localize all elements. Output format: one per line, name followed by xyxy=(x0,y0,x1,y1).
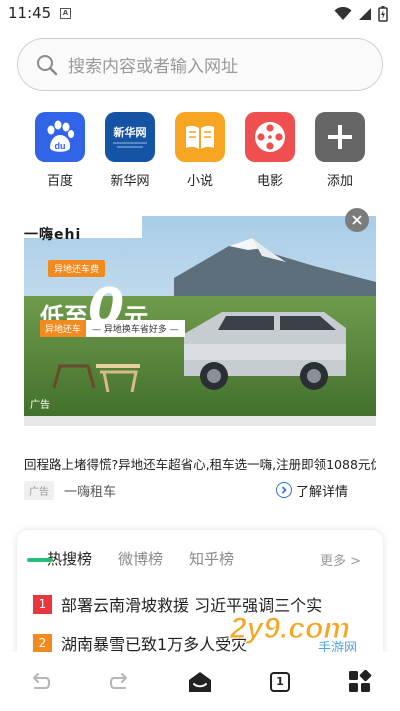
shortcut-label: 新华网 xyxy=(110,174,150,189)
shortcut-grid: du 百度 新华网 新华网 小说 电影 添加 xyxy=(27,112,373,189)
ad-brand-logo: 一嗨ehi xyxy=(24,227,82,243)
home-icon xyxy=(189,671,211,692)
sim-icon: A xyxy=(60,8,71,19)
back-arrow-icon xyxy=(33,672,50,689)
wifi-icon xyxy=(334,7,352,20)
tab-count-badge: 1 xyxy=(270,671,290,692)
shortcut-movie[interactable]: 电影 xyxy=(237,112,303,189)
ad-sub-white: — 异地换车省好多 — xyxy=(86,320,185,337)
status-bar: 11:45 A xyxy=(0,0,400,30)
forward-button[interactable] xyxy=(100,662,140,702)
shortcut-add[interactable]: 添加 xyxy=(307,112,373,189)
ad-advertiser: 一嗨租车 xyxy=(64,484,117,500)
status-time: 11:45 xyxy=(8,4,52,22)
learn-more-button[interactable]: 了解详情 xyxy=(275,481,348,500)
ad-pill: 异地还车费 xyxy=(48,260,106,277)
tab-weibo[interactable]: 微博榜 xyxy=(118,548,163,569)
ad-meta: 广告 一嗨租车 了解详情 xyxy=(24,479,376,501)
ad-sub-orange: 异地还车 xyxy=(40,320,87,337)
film-reel-icon xyxy=(245,112,295,162)
ad-banner[interactable]: 一嗨ehi 异地还车费 低至0元 异地还车 — 异地换车省好多 — 广告 xyxy=(24,216,376,426)
search-icon xyxy=(37,54,58,75)
status-icons xyxy=(334,6,388,22)
plus-icon xyxy=(315,112,365,162)
shortcut-baidu[interactable]: du 百度 xyxy=(27,112,93,189)
back-button[interactable] xyxy=(20,662,60,702)
learn-more-label: 了解详情 xyxy=(295,484,348,500)
shortcut-xinhua[interactable]: 新华网 新华网 xyxy=(97,112,163,189)
menu-button[interactable] xyxy=(340,662,380,702)
battery-icon xyxy=(378,6,388,22)
more-link[interactable]: 更多 > xyxy=(320,550,361,569)
home-button[interactable] xyxy=(180,662,220,702)
watermark-logo: 2y9.com 手游网 xyxy=(229,612,358,657)
tabs-button[interactable]: 1 xyxy=(260,662,300,702)
svg-text:新华网: 新华网 xyxy=(114,125,147,139)
close-icon xyxy=(352,215,362,225)
shortcut-label: 添加 xyxy=(326,174,353,189)
forward-arrow-icon xyxy=(110,672,127,689)
site-watermark: 2y9.com 手游网 xyxy=(224,608,384,658)
ad-image-tag: 广告 xyxy=(30,400,50,411)
hot-tabs: 热搜榜 微博榜 知乎榜 xyxy=(47,548,234,569)
active-tab-indicator xyxy=(27,558,53,562)
baidu-paw-icon: du xyxy=(35,112,85,162)
rank-badge: 1 xyxy=(33,594,52,614)
xinhua-icon: 新华网 xyxy=(105,112,155,162)
svg-text:du: du xyxy=(55,141,66,151)
tab-zhihu[interactable]: 知乎榜 xyxy=(189,548,234,569)
chevron-right-icon xyxy=(275,482,292,498)
tab-hot-search[interactable]: 热搜榜 xyxy=(47,548,92,569)
shortcut-novel[interactable]: 小说 xyxy=(167,112,233,189)
rank-badge: 2 xyxy=(33,633,52,653)
search-placeholder: 搜索内容或者输入网址 xyxy=(68,57,238,77)
ad-close-button[interactable] xyxy=(345,208,369,232)
shortcut-label: 电影 xyxy=(256,174,283,189)
ad-title[interactable]: 回程路上堵得慌?异地还车超省心,租车选一嗨,注册即领1088元优惠 xyxy=(24,454,376,473)
bottom-navigation: 1 xyxy=(0,652,400,711)
ad-badge: 广告 xyxy=(24,480,54,500)
shortcut-label: 百度 xyxy=(46,174,73,189)
search-input[interactable]: 搜索内容或者输入网址 xyxy=(17,38,383,91)
grid-menu-icon xyxy=(349,669,372,692)
book-icon xyxy=(175,112,225,162)
signal-icon xyxy=(359,8,371,20)
shortcut-label: 小说 xyxy=(186,174,213,189)
